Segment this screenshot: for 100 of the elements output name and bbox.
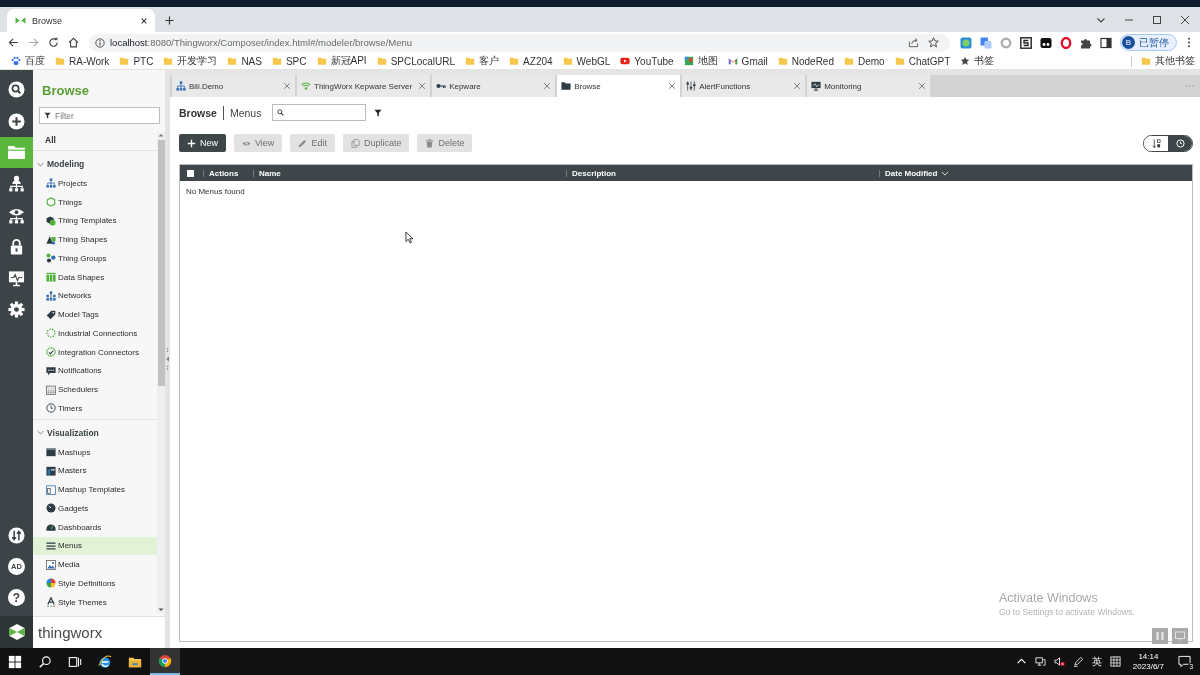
breadcrumb-root[interactable]: Browse xyxy=(179,106,217,119)
column-header[interactable]: Date Modified xyxy=(879,169,1192,177)
browse-button[interactable] xyxy=(0,136,33,169)
bookmark[interactable]: SPCLocalURL xyxy=(371,53,461,69)
key-icon xyxy=(436,81,447,91)
sidebar-item[interactable]: Integration Connectors xyxy=(33,342,157,362)
new-tab-icon[interactable] xyxy=(165,16,174,25)
bookmark[interactable]: 地图 xyxy=(678,53,723,69)
back-arrow-icon[interactable] xyxy=(8,37,19,48)
side-panel-icon[interactable] xyxy=(1100,36,1112,49)
sidebar-item[interactable]: Things xyxy=(33,192,157,212)
select-all-checkbox[interactable] xyxy=(187,169,194,177)
column-header[interactable]: Name xyxy=(253,169,566,177)
close-icon[interactable] xyxy=(1180,15,1190,25)
sidebar-item[interactable]: Schedulers xyxy=(33,380,157,399)
sidebar-item[interactable]: Thing Shapes xyxy=(33,230,157,249)
browser-tab[interactable]: Browse xyxy=(7,9,155,32)
bookmark[interactable]: SPC xyxy=(266,53,312,69)
bookmark-folder[interactable]: 其他书签 xyxy=(1136,53,1200,69)
sidebar-item[interactable]: Dashboards xyxy=(33,517,157,537)
sidebar-item[interactable]: Thing Templates xyxy=(33,211,157,231)
bookmark[interactable]: 新冠API xyxy=(311,53,372,69)
editor-tab[interactable]: Bili.Demo xyxy=(172,75,295,97)
filter-field[interactable]: Filter xyxy=(39,107,160,124)
bookmark-star-icon[interactable] xyxy=(928,37,939,48)
editor-tab[interactable]: Kepware xyxy=(432,75,556,97)
sidebar-item[interactable]: Timers xyxy=(33,399,157,418)
bookmark[interactable]: AZ204 xyxy=(504,53,558,69)
recent-button[interactable] xyxy=(1168,135,1192,151)
network-icon[interactable] xyxy=(1034,656,1046,667)
bookmark[interactable]: 书签 xyxy=(955,53,1000,69)
input-language[interactable]: 英 xyxy=(1091,654,1102,669)
eye-network-icon xyxy=(8,206,25,224)
home-icon[interactable] xyxy=(68,37,79,48)
scroll-down-icon[interactable] xyxy=(157,607,165,613)
share-icon[interactable] xyxy=(908,37,919,48)
bookmark[interactable]: WebGL xyxy=(557,53,616,69)
editor-tab[interactable]: Browse xyxy=(557,75,681,97)
sidebar-item[interactable]: Media xyxy=(33,555,157,574)
section-heading[interactable]: Modeling xyxy=(47,159,85,169)
oval-ring-icon[interactable] xyxy=(1060,36,1072,49)
bookmark[interactable]: 客户 xyxy=(460,53,505,69)
collapse-handle-icon[interactable] xyxy=(165,347,170,371)
sidebar-item[interactable]: Menus xyxy=(33,536,157,556)
sidebar-item[interactable]: Data Shapes xyxy=(33,267,157,287)
square-extension-icon[interactable] xyxy=(1020,36,1032,49)
chevron-down-icon[interactable] xyxy=(1096,15,1106,25)
sidebar-item[interactable]: Mashups xyxy=(33,442,157,462)
keyboard-grid-icon[interactable] xyxy=(1109,656,1121,667)
sidebar-item[interactable]: Notifications xyxy=(33,361,157,381)
scroll-up-icon[interactable] xyxy=(157,132,165,138)
item-label: Thing Shapes xyxy=(58,235,108,245)
sidebar-item[interactable]: Industrial Connections xyxy=(33,324,157,343)
bookmark[interactable]: ChatGPT xyxy=(889,53,956,69)
column-header[interactable]: Description xyxy=(566,169,879,177)
address-bar[interactable]: localhost:8080/Thingworx/Composer/index.html#/modeler/browse/Menu xyxy=(89,33,950,52)
sidebar-item[interactable]: Projects xyxy=(33,174,157,193)
picture-extension-icon[interactable] xyxy=(960,36,972,49)
search-field[interactable] xyxy=(272,104,367,121)
chrome-button[interactable] xyxy=(150,648,180,675)
profile-button[interactable]: B 已暂停 xyxy=(1120,34,1177,51)
editor-tab[interactable]: AlertFunctions xyxy=(682,75,806,97)
eyes-extension-icon[interactable] xyxy=(1040,36,1052,49)
action-button[interactable]: New xyxy=(179,134,226,152)
scrollbar[interactable] xyxy=(157,132,165,613)
all-item[interactable]: All xyxy=(33,132,157,149)
clock[interactable]: 14:14 2023/6/7 xyxy=(1132,651,1164,672)
help-button[interactable]: ? xyxy=(0,582,33,613)
bookmark[interactable]: Demo xyxy=(839,53,890,69)
bookmark[interactable]: 开发学习 xyxy=(158,53,223,69)
sidebar-item[interactable]: Masters xyxy=(33,461,157,481)
scroll-thumb[interactable] xyxy=(157,140,165,386)
column-header[interactable]: Actions xyxy=(203,169,253,177)
sidebar-item[interactable]: Mashup Templates xyxy=(33,480,157,499)
bookmark[interactable]: YouTube xyxy=(615,53,679,69)
translate-icon[interactable] xyxy=(980,36,992,49)
reload-icon[interactable] xyxy=(48,37,59,48)
view-toggle[interactable] xyxy=(1143,134,1193,152)
sidebar-item[interactable]: Gadgets xyxy=(33,499,157,518)
editor-tab[interactable]: Monitoring xyxy=(807,75,931,97)
sidebar-item[interactable]: Model Tags xyxy=(33,305,157,324)
sidebar-item[interactable]: Thing Groups xyxy=(33,249,157,268)
puzzle-icon[interactable] xyxy=(1080,36,1092,49)
bookmark[interactable]: NodeRed xyxy=(772,53,839,69)
section-heading[interactable]: Visualization xyxy=(47,427,99,438)
bookmark[interactable]: NAS xyxy=(222,53,267,69)
filter-icon[interactable] xyxy=(374,108,383,117)
editor-tab[interactable]: ThingWorx Kepware Server xyxy=(297,75,431,97)
close-icon[interactable] xyxy=(140,16,148,25)
sidebar-item[interactable]: Style Themes xyxy=(33,592,157,612)
bookmark[interactable]: PTC xyxy=(114,53,159,69)
muted-speaker-icon[interactable] xyxy=(1053,656,1065,667)
more-icon[interactable] xyxy=(1187,37,1191,48)
sidebar-item[interactable]: Networks xyxy=(33,286,157,306)
bookmark[interactable]: RA-Work xyxy=(50,53,115,69)
bookmark[interactable]: Gmail xyxy=(722,53,773,69)
pen-icon[interactable] xyxy=(1072,656,1084,667)
sidebar-item[interactable]: Style Definitions xyxy=(33,574,157,593)
maximize-icon[interactable] xyxy=(1152,15,1162,25)
bookmark[interactable]: 百度 xyxy=(6,53,50,69)
